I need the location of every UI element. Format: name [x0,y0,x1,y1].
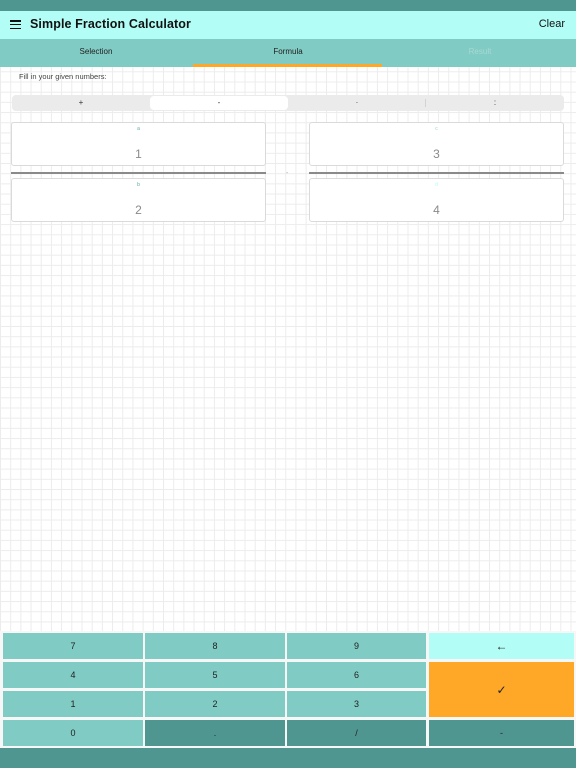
tab-result: Result [468,47,492,56]
checkmark-icon: ✓ [496,682,507,697]
operation-subtract[interactable]: - [150,96,288,110]
key-7[interactable]: 7 [3,633,143,659]
app-bar: Simple Fraction Calculator Clear [0,11,576,39]
clear-button[interactable]: Clear [539,18,565,30]
key-3[interactable]: 3 [287,691,426,717]
key-1[interactable]: 1 [3,691,143,717]
field-value-a: 1 [135,147,142,161]
field-label-b: b [137,182,140,188]
keypad: 7 8 9 ← 4 5 6 ✓ 1 2 3 0 . / - [0,631,576,748]
tab-formula[interactable]: Formula [192,39,384,67]
numerator-c-field[interactable]: c 3 [309,122,564,166]
key-6[interactable]: 6 [287,662,426,688]
fraction-line-left [11,172,266,174]
field-value-d: 4 [433,203,440,217]
operation-subtract-label: - [217,98,221,107]
key-minus[interactable]: - [429,720,574,746]
key-8[interactable]: 8 [145,633,285,659]
operation-selector: + - · : [12,95,564,111]
key-decimal[interactable]: . [145,720,285,746]
bottom-bar [0,748,576,768]
status-bar [0,0,576,11]
operation-multiply[interactable]: · [288,95,426,111]
fraction-line-right [309,172,564,174]
denominator-d-field[interactable]: d 4 [309,178,564,222]
active-tab-indicator [193,64,382,67]
confirm-key[interactable]: ✓ [429,662,574,717]
key-9[interactable]: 9 [287,633,426,659]
field-value-b: 2 [135,203,142,217]
operator-sign: - [286,170,289,177]
denominator-b-field[interactable]: b 2 [11,178,266,222]
operation-divide-label: : [493,98,497,107]
app-title: Simple Fraction Calculator [30,17,191,31]
operation-add[interactable]: + [12,95,150,111]
field-label-d: d [435,182,438,188]
hamburger-menu-icon[interactable] [10,20,21,30]
operation-divide[interactable]: : [426,95,564,111]
key-4[interactable]: 4 [3,662,143,688]
key-slash[interactable]: / [287,720,426,746]
backspace-key[interactable]: ← [429,633,574,659]
field-label-a: a [137,126,140,132]
key-5[interactable]: 5 [145,662,285,688]
operation-multiply-label: · [355,98,359,107]
numerator-a-field[interactable]: a 1 [11,122,266,166]
key-2[interactable]: 2 [145,691,285,717]
arrow-left-icon: ← [495,639,508,653]
tab-bar: Selection Formula Result [0,39,576,67]
instruction-text: Fill in your given numbers: [19,72,107,81]
key-0[interactable]: 0 [3,720,143,746]
tab-selection[interactable]: Selection [0,39,192,67]
field-value-c: 3 [433,147,440,161]
field-label-c: c [435,126,438,132]
operation-add-label: + [78,98,84,107]
